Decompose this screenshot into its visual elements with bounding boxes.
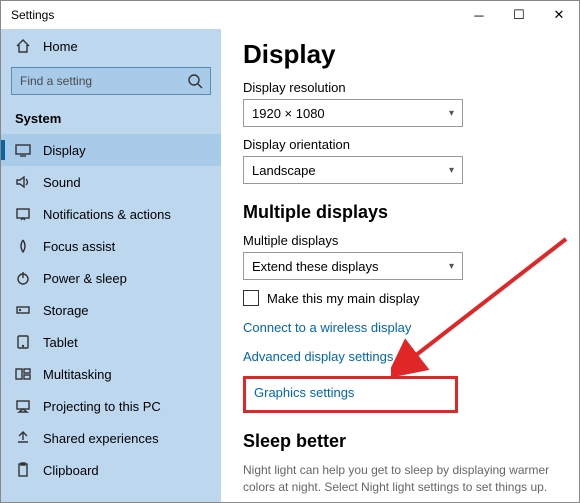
sidebar-item-tablet[interactable]: Tablet <box>1 326 221 358</box>
sound-icon <box>15 174 31 190</box>
maximize-button[interactable]: ☐ <box>499 1 539 29</box>
multiple-displays-select[interactable]: Extend these displays ▾ <box>243 252 463 280</box>
resolution-select[interactable]: 1920 × 1080 ▾ <box>243 99 463 127</box>
home-icon <box>15 38 31 54</box>
window-title: Settings <box>11 8 459 22</box>
sidebar-item-label: Tablet <box>43 335 78 350</box>
sidebar-item-shared-experiences[interactable]: Shared experiences <box>1 422 221 454</box>
sidebar-item-label: Shared experiences <box>43 431 159 446</box>
multiple-displays-label: Multiple displays <box>243 233 555 248</box>
chevron-down-icon: ▾ <box>449 165 454 176</box>
multitasking-icon <box>15 366 31 382</box>
sidebar-item-label: Display <box>43 143 86 158</box>
sidebar-item-storage[interactable]: Storage <box>1 294 221 326</box>
orientation-select[interactable]: Landscape ▾ <box>243 156 463 184</box>
annotation-highlight-box: Graphics settings <box>243 376 458 413</box>
display-icon <box>15 142 31 158</box>
home-button[interactable]: Home <box>1 31 221 61</box>
sidebar-item-notifications[interactable]: Notifications & actions <box>1 198 221 230</box>
home-label: Home <box>43 39 78 54</box>
projecting-icon <box>15 398 31 414</box>
power-icon <box>15 270 31 286</box>
chevron-down-icon: ▾ <box>449 108 454 119</box>
sidebar-item-label: Clipboard <box>43 463 99 478</box>
main-display-checkbox-row[interactable]: Make this my main display <box>243 290 555 306</box>
sidebar-item-multitasking[interactable]: Multitasking <box>1 358 221 390</box>
search-field[interactable] <box>11 67 211 95</box>
sidebar-item-power-sleep[interactable]: Power & sleep <box>1 262 221 294</box>
sleep-better-description: Night light can help you get to sleep by… <box>243 462 555 496</box>
link-wireless-display[interactable]: Connect to a wireless display <box>243 320 555 335</box>
multiple-displays-heading: Multiple displays <box>243 202 555 223</box>
shared-experiences-icon <box>15 430 31 446</box>
search-input[interactable] <box>11 67 211 95</box>
title-bar: Settings ─ ☐ ✕ <box>1 1 579 29</box>
sidebar-item-sound[interactable]: Sound <box>1 166 221 198</box>
section-heading: System <box>1 105 221 134</box>
notifications-icon <box>15 206 31 222</box>
close-button[interactable]: ✕ <box>539 1 579 29</box>
minimize-button[interactable]: ─ <box>459 1 499 29</box>
link-advanced-display[interactable]: Advanced display settings <box>243 349 555 364</box>
resolution-value: 1920 × 1080 <box>252 106 325 121</box>
sidebar-item-label: Power & sleep <box>43 271 127 286</box>
resolution-label: Display resolution <box>243 80 555 95</box>
link-graphics-settings[interactable]: Graphics settings <box>254 385 447 400</box>
search-icon <box>187 73 203 92</box>
main-display-checkbox-label: Make this my main display <box>267 291 419 306</box>
sleep-better-heading: Sleep better <box>243 431 555 452</box>
sidebar-item-label: Notifications & actions <box>43 207 171 222</box>
sidebar-item-clipboard[interactable]: Clipboard <box>1 454 221 486</box>
focus-assist-icon <box>15 238 31 254</box>
storage-icon <box>15 302 31 318</box>
orientation-value: Landscape <box>252 163 316 178</box>
chevron-down-icon: ▾ <box>449 261 454 272</box>
sidebar-item-label: Multitasking <box>43 367 112 382</box>
clipboard-icon <box>15 462 31 478</box>
orientation-label: Display orientation <box>243 137 555 152</box>
checkbox-icon[interactable] <box>243 290 259 306</box>
sidebar-item-label: Storage <box>43 303 89 318</box>
tablet-icon <box>15 334 31 350</box>
sidebar-item-label: Projecting to this PC <box>43 399 161 414</box>
sidebar-item-display[interactable]: Display <box>1 134 221 166</box>
sidebar-item-focus-assist[interactable]: Focus assist <box>1 230 221 262</box>
page-title: Display <box>243 39 555 70</box>
sidebar-item-projecting[interactable]: Projecting to this PC <box>1 390 221 422</box>
content-pane: Display Display resolution 1920 × 1080 ▾… <box>221 29 579 502</box>
sidebar-item-label: Focus assist <box>43 239 115 254</box>
multiple-displays-value: Extend these displays <box>252 259 378 274</box>
sidebar: Home System Display Sound Notifications … <box>1 29 221 502</box>
sidebar-item-label: Sound <box>43 175 81 190</box>
